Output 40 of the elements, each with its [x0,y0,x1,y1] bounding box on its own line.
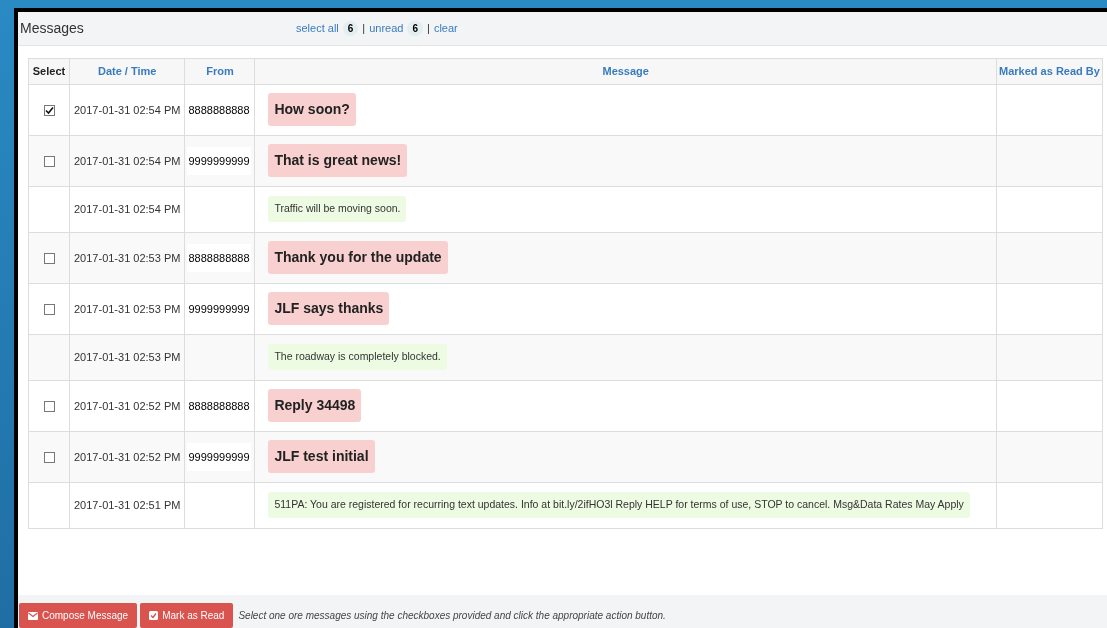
count-badge: 6 [407,20,424,36]
column-header[interactable]: Message [602,65,649,78]
separator: | [427,21,430,37]
count-badge: 6 [342,20,359,36]
column-header[interactable]: From [206,65,234,78]
checkbox[interactable] [43,105,55,117]
column-header: Select [32,65,66,78]
date-time: 2017-01-31 02:54 PM [74,103,181,116]
panel-title: Messages [20,18,85,38]
incoming-message: Thank you for the update [268,241,448,275]
hint-text: Select one ore messages using the checkboxes provided and click the appropriate action button. [238,609,666,623]
date-time: 2017-01-31 02:53 PM [74,251,181,264]
checkbox-icon [149,611,159,620]
filter-link[interactable]: clear [433,20,458,37]
incoming-message: How soon? [268,93,356,127]
checkbox[interactable] [43,253,55,265]
mark-read-button[interactable]: Mark as Read [140,603,234,628]
date-time: 2017-01-31 02:52 PM [74,399,181,412]
outgoing-message: 511PA: You are registered for recurring text updates. Info at bit.ly/2ifHO3l Reply HELP for terms of use, STOP to cancel. Msg&Data Rates May Apply [268,492,970,519]
checkbox[interactable] [43,304,55,316]
checkbox[interactable] [43,401,55,413]
date-time: 2017-01-31 02:54 PM [74,154,181,167]
incoming-message: That is great news! [268,144,408,178]
filter-link[interactable]: unread [369,20,404,37]
date-time: 2017-01-31 02:51 PM [74,499,181,512]
outgoing-message: Traffic will be moving soon. [268,196,407,223]
incoming-message: JLF test initial [268,440,375,474]
filter-link[interactable]: select all [296,20,339,37]
date-time: 2017-01-31 02:52 PM [74,450,181,463]
separator: | [362,21,366,37]
compose-button[interactable]: Compose Message [19,603,138,628]
incoming-message: JLF says thanks [268,292,390,326]
checkbox[interactable] [43,156,55,168]
envelope-icon [28,611,38,620]
date-time: 2017-01-31 02:54 PM [74,203,181,216]
date-time: 2017-01-31 02:53 PM [74,302,181,315]
incoming-message: Reply 34498 [268,389,362,423]
checkbox[interactable] [43,452,55,464]
outgoing-message: The roadway is completely blocked. [268,344,447,371]
date-time: 2017-01-31 02:53 PM [74,351,181,364]
